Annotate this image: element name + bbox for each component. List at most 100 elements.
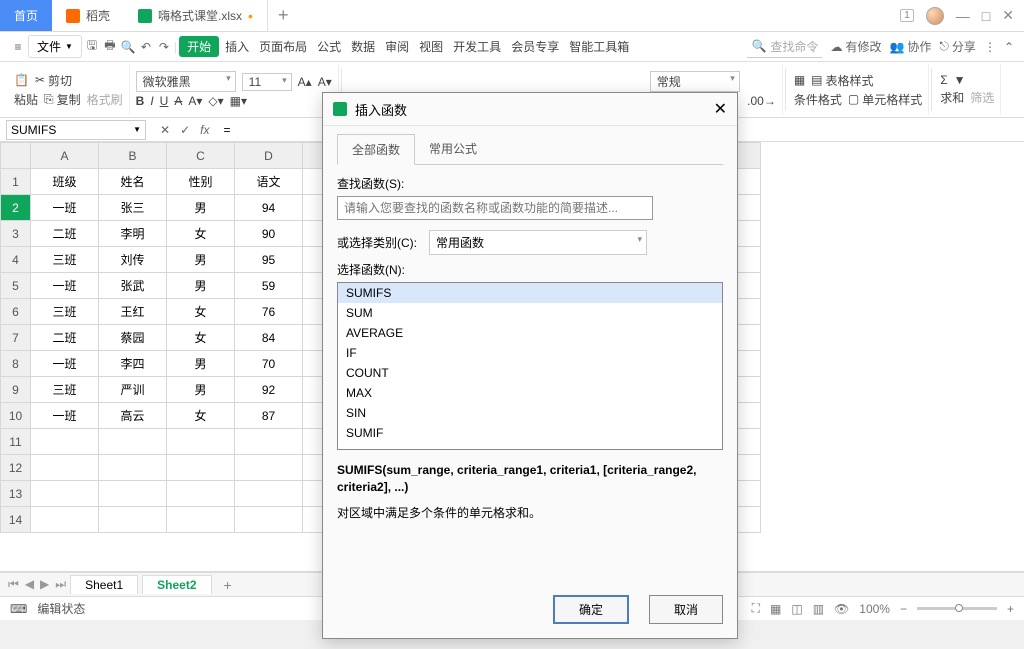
font-color-button[interactable]: A▾ bbox=[188, 94, 202, 108]
cell[interactable]: 语文 bbox=[235, 169, 303, 195]
cell[interactable]: 女 bbox=[167, 403, 235, 429]
col-head-D[interactable]: D bbox=[235, 143, 303, 169]
cell[interactable]: 姓名 bbox=[99, 169, 167, 195]
cell[interactable] bbox=[235, 481, 303, 507]
command-search[interactable]: 🔍查找命令 bbox=[747, 36, 822, 58]
cell[interactable] bbox=[31, 481, 99, 507]
cell[interactable]: 班级 bbox=[31, 169, 99, 195]
row-head-13[interactable]: 13 bbox=[1, 481, 31, 507]
sum-label[interactable]: 求和 bbox=[940, 89, 964, 106]
fill-color-button[interactable]: ◇▾ bbox=[208, 94, 223, 108]
collapse-ribbon-icon[interactable]: ⌃ bbox=[1004, 40, 1014, 54]
cell[interactable] bbox=[235, 429, 303, 455]
function-list-item[interactable]: SUMIFS bbox=[338, 283, 722, 303]
function-list-item[interactable]: COUNT bbox=[338, 363, 722, 383]
sheet-nav-first[interactable]: ⏮ bbox=[8, 577, 19, 592]
cell[interactable]: 94 bbox=[235, 195, 303, 221]
collab-button[interactable]: 👥协作 bbox=[889, 38, 931, 55]
row-head-3[interactable]: 3 bbox=[1, 221, 31, 247]
cell[interactable]: 女 bbox=[167, 221, 235, 247]
menu-review[interactable]: 审阅 bbox=[381, 38, 413, 55]
cell[interactable]: 男 bbox=[167, 195, 235, 221]
row-head-6[interactable]: 6 bbox=[1, 299, 31, 325]
cell[interactable]: 一班 bbox=[31, 403, 99, 429]
cell[interactable]: 男 bbox=[167, 273, 235, 299]
cell[interactable]: 王红 bbox=[99, 299, 167, 325]
cell[interactable] bbox=[167, 455, 235, 481]
function-list-item[interactable]: IF bbox=[338, 343, 722, 363]
minimize-button[interactable]: — bbox=[956, 8, 970, 24]
function-list-item[interactable]: MAX bbox=[338, 383, 722, 403]
format-painter[interactable]: 格式刷 bbox=[87, 91, 123, 108]
border-button[interactable]: ▦▾ bbox=[230, 94, 247, 108]
function-list[interactable]: SUMIFSSUMAVERAGEIFCOUNTMAXSINSUMIF bbox=[337, 282, 723, 450]
ok-button[interactable]: 确定 bbox=[553, 595, 629, 624]
preview-icon[interactable]: 🔍 bbox=[120, 39, 136, 55]
cell[interactable]: 一班 bbox=[31, 273, 99, 299]
cell[interactable]: 男 bbox=[167, 377, 235, 403]
view-normal-icon[interactable]: ▦ bbox=[770, 602, 781, 616]
row-head-14[interactable]: 14 bbox=[1, 507, 31, 533]
cell[interactable]: 三班 bbox=[31, 377, 99, 403]
menu-dev[interactable]: 开发工具 bbox=[449, 38, 505, 55]
function-list-item[interactable]: SUM bbox=[338, 303, 722, 323]
file-menu[interactable]: 文件▼ bbox=[28, 35, 82, 58]
copy-button[interactable]: ⎘复制 bbox=[44, 91, 81, 108]
menu-data[interactable]: 数据 bbox=[347, 38, 379, 55]
redo-icon[interactable]: ↷ bbox=[156, 39, 172, 55]
italic-button[interactable]: I bbox=[150, 94, 153, 108]
cell[interactable] bbox=[31, 507, 99, 533]
row-head-2[interactable]: 2 bbox=[1, 195, 31, 221]
cell[interactable]: 男 bbox=[167, 351, 235, 377]
cell-style-button[interactable]: ▢单元格样式 bbox=[848, 91, 922, 108]
cut-button[interactable]: ✂剪切 bbox=[35, 72, 72, 89]
cell[interactable] bbox=[31, 429, 99, 455]
cell[interactable]: 蔡园 bbox=[99, 325, 167, 351]
fullscreen-icon[interactable]: ⛶ bbox=[752, 601, 760, 616]
zoom-slider[interactable] bbox=[917, 607, 997, 610]
fx-button[interactable]: fx bbox=[200, 123, 209, 137]
keyboard-icon[interactable]: ⌨ bbox=[10, 602, 27, 616]
search-function-input[interactable] bbox=[337, 196, 653, 220]
new-tab-button[interactable]: + bbox=[268, 5, 299, 26]
cell[interactable]: 三班 bbox=[31, 247, 99, 273]
cell[interactable]: 95 bbox=[235, 247, 303, 273]
menu-icon[interactable]: ≡ bbox=[10, 39, 26, 55]
save-icon[interactable]: 🖫 bbox=[84, 39, 100, 55]
cancel-button[interactable]: 取消 bbox=[649, 595, 723, 624]
menu-vip[interactable]: 会员专享 bbox=[507, 38, 563, 55]
dialog-tab-common[interactable]: 常用公式 bbox=[415, 134, 491, 164]
zoom-value[interactable]: 100% bbox=[859, 602, 890, 616]
cell[interactable] bbox=[167, 429, 235, 455]
print-icon[interactable]: 🖶 bbox=[102, 39, 118, 55]
dialog-close-button[interactable]: ✕ bbox=[714, 99, 727, 119]
undo-icon[interactable]: ↶ bbox=[138, 39, 154, 55]
cell[interactable]: 张武 bbox=[99, 273, 167, 299]
sheet-nav-last[interactable]: ⏭ bbox=[55, 577, 66, 592]
row-head-9[interactable]: 9 bbox=[1, 377, 31, 403]
cell[interactable] bbox=[167, 481, 235, 507]
cell[interactable]: 男 bbox=[167, 247, 235, 273]
menu-start[interactable]: 开始 bbox=[179, 36, 219, 57]
tab-document[interactable]: 嗨格式课堂.xlsx • bbox=[124, 0, 268, 31]
increase-font-icon[interactable]: A▴ bbox=[298, 75, 312, 89]
menu-page-layout[interactable]: 页面布局 bbox=[255, 38, 311, 55]
cell[interactable]: 87 bbox=[235, 403, 303, 429]
cond-format-icon[interactable]: ▦ bbox=[794, 73, 805, 87]
row-head-1[interactable]: 1 bbox=[1, 169, 31, 195]
cell[interactable]: 张三 bbox=[99, 195, 167, 221]
col-head-B[interactable]: B bbox=[99, 143, 167, 169]
cell[interactable]: 女 bbox=[167, 325, 235, 351]
notification-badge[interactable]: 1 bbox=[900, 9, 914, 22]
col-head-A[interactable]: A bbox=[31, 143, 99, 169]
font-name-select[interactable]: 微软雅黑 bbox=[136, 71, 236, 92]
zoom-out-button[interactable]: − bbox=[900, 602, 907, 616]
paste-icon[interactable]: 📋 bbox=[14, 73, 29, 87]
row-head-5[interactable]: 5 bbox=[1, 273, 31, 299]
category-select[interactable]: 常用函数 bbox=[429, 230, 647, 255]
col-head-C[interactable]: C bbox=[167, 143, 235, 169]
row-head-7[interactable]: 7 bbox=[1, 325, 31, 351]
name-box[interactable]: SUMIFS▼ bbox=[6, 120, 146, 140]
sheet-nav-next[interactable]: ▶ bbox=[40, 577, 49, 592]
zoom-in-button[interactable]: + bbox=[1007, 602, 1014, 616]
